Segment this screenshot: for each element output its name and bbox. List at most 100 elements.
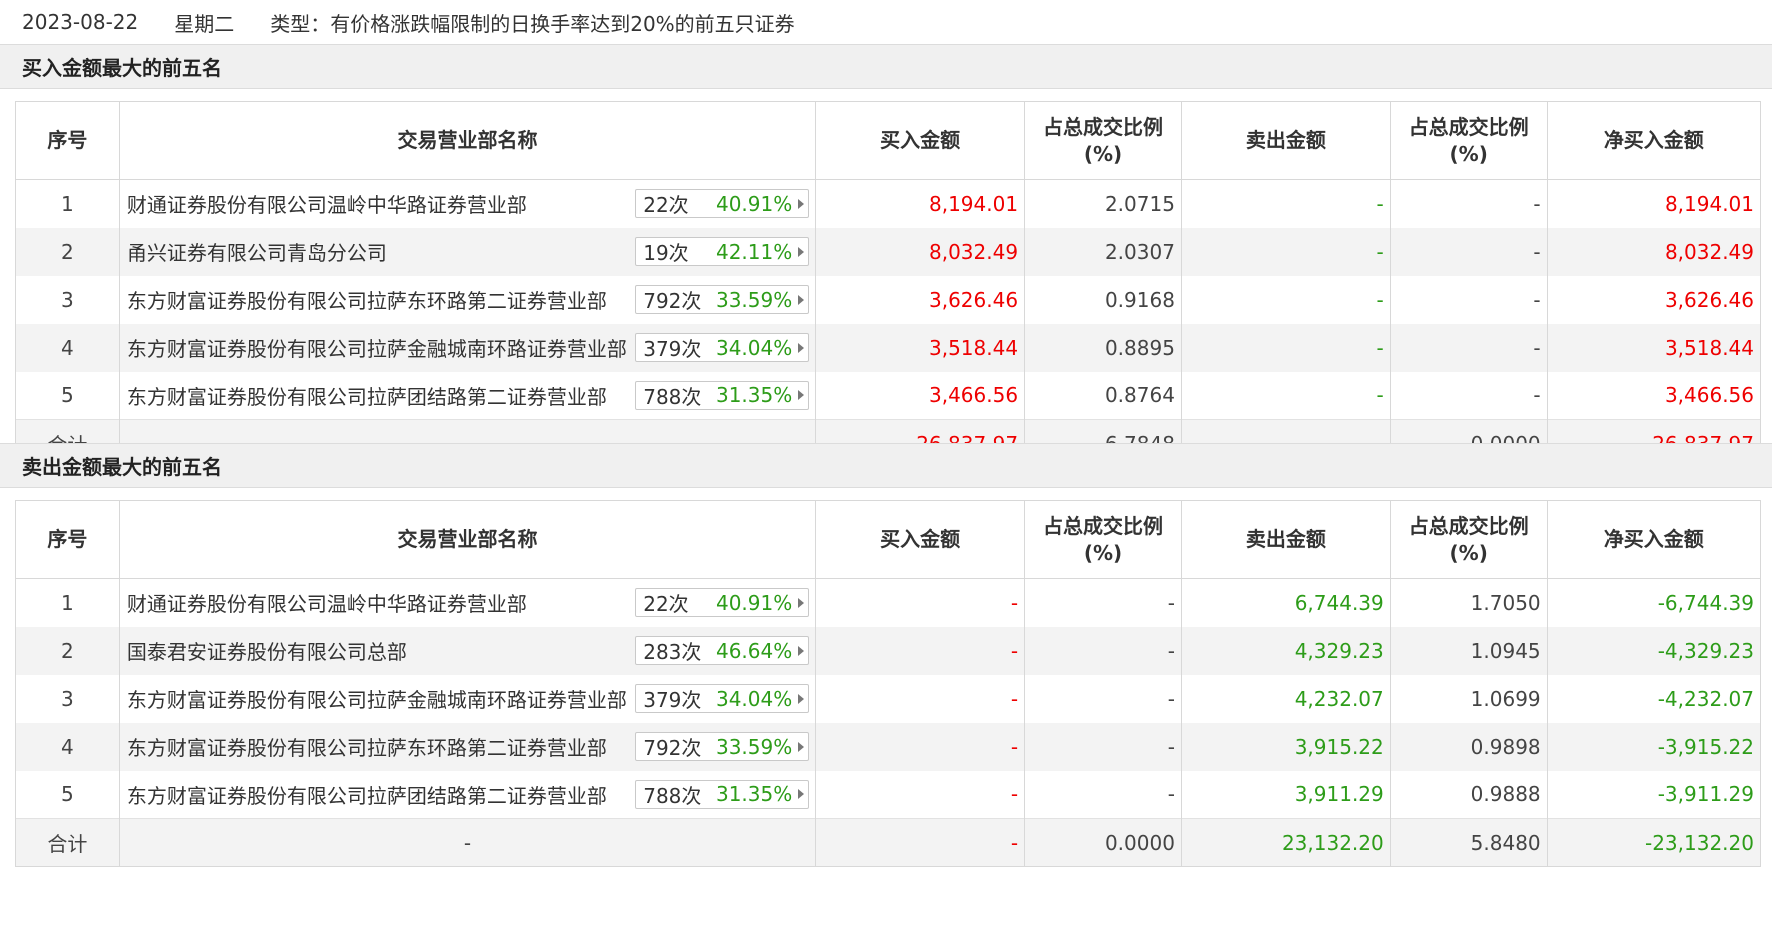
branch-stats-button[interactable]: 22次 40.91% xyxy=(635,588,810,618)
buy-amount: 8,032.49 xyxy=(815,227,1026,276)
win-rate: 40.91% xyxy=(715,590,793,615)
net-buy-amount: 3,626.46 xyxy=(1546,275,1762,324)
branch-stats-button[interactable]: 788次 31.35% xyxy=(635,380,810,410)
listing-count: 379次 xyxy=(643,688,702,712)
branch-cell: 东方财富证券股份有限公司拉萨团结路第二证券营业部 788次 31.35% xyxy=(118,770,817,819)
branch-name-link[interactable]: 国泰君安证券股份有限公司总部 xyxy=(127,636,629,665)
buy-amount: 3,626.46 xyxy=(815,275,1026,324)
branch-name-wrapper: 东方财富证券股份有限公司拉萨金融城南环路证券营业部 379次 34.04% xyxy=(120,333,814,362)
branch-cell: 东方财富证券股份有限公司拉萨团结路第二证券营业部 788次 31.35% xyxy=(118,371,817,420)
table-header-row: 序号 交易营业部名称 买入金额 占总成交比例(%) 卖出金额 占总成交比例(%)… xyxy=(15,500,1762,579)
sell-amount: 4,232.07 xyxy=(1180,674,1391,723)
col-sell-amount[interactable]: 卖出金额 xyxy=(1180,500,1391,579)
branch-name-link[interactable]: 东方财富证券股份有限公司拉萨团结路第二证券营业部 xyxy=(127,780,629,809)
buy-ratio: - xyxy=(1024,578,1182,627)
branch-name-wrapper: 东方财富证券股份有限公司拉萨团结路第二证券营业部 788次 31.35% xyxy=(120,380,814,410)
sell-table-body: 1 财通证券股份有限公司温岭中华路证券营业部 22次 40.91% - -6,744.39… xyxy=(15,578,1762,867)
buy-amount: - xyxy=(815,626,1026,675)
net-buy-amount: 8,194.01 xyxy=(1546,179,1762,228)
net-buy-amount: -3,911.29 xyxy=(1546,770,1762,819)
sell-amount: - xyxy=(1180,179,1391,228)
total-sell-amount: 23,132.20 xyxy=(1180,818,1391,867)
table-row: 4 东方财富证券股份有限公司拉萨金融城南环路证券营业部 379次 34.04% 3,51… xyxy=(15,323,1762,372)
table-row: 1 财通证券股份有限公司温岭中华路证券营业部 22次 40.91% 8,194.01 2.… xyxy=(15,179,1762,228)
col-branch-name: 交易营业部名称 xyxy=(118,101,817,180)
col-net-buy[interactable]: 净买入金额 xyxy=(1546,500,1762,579)
branch-stats-button[interactable]: 283次 46.64% xyxy=(635,636,810,665)
sell-amount: 3,911.29 xyxy=(1180,770,1391,819)
col-buy-ratio[interactable]: 占总成交比例(%) xyxy=(1024,101,1182,180)
col-sell-amount[interactable]: 卖出金额 xyxy=(1180,101,1391,180)
listing-count: 792次 xyxy=(643,736,702,760)
branch-name-link[interactable]: 东方财富证券股份有限公司拉萨东环路第二证券营业部 xyxy=(127,732,629,761)
buy-amount: 3,518.44 xyxy=(815,323,1026,372)
buy-ratio: - xyxy=(1024,626,1182,675)
branch-stats-button[interactable]: 792次 33.59% xyxy=(635,285,810,314)
total-label: 合计 xyxy=(15,818,120,867)
net-buy-amount: 3,518.44 xyxy=(1546,323,1762,372)
listing-count: 788次 xyxy=(643,783,702,808)
row-seq: 4 xyxy=(15,722,120,771)
buy-table-body: 1 财通证券股份有限公司温岭中华路证券营业部 22次 40.91% 8,194.01 2.… xyxy=(15,179,1762,468)
col-buy-amount[interactable]: 买入金额 xyxy=(815,101,1026,180)
total-row: 合计 - -0.0000 23,132.20 5.8480 -23,132.20 xyxy=(15,818,1762,867)
sell-ratio: - xyxy=(1389,227,1548,276)
branch-stats-button[interactable]: 379次 34.04% xyxy=(635,333,810,362)
sell-amount: 3,915.22 xyxy=(1180,722,1391,771)
branch-cell: 东方财富证券股份有限公司拉萨东环路第二证券营业部 792次 33.59% xyxy=(118,722,817,771)
branch-name-wrapper: 东方财富证券股份有限公司拉萨团结路第二证券营业部 788次 31.35% xyxy=(120,779,814,809)
branch-name-link[interactable]: 财通证券股份有限公司温岭中华路证券营业部 xyxy=(127,588,629,617)
branch-stats-button[interactable]: 788次 31.35% xyxy=(635,779,810,809)
sell-amount: - xyxy=(1180,323,1391,372)
buy-top5-table: 序号 交易营业部名称 买入金额 占总成交比例(%) 卖出金额 占总成交比例(%)… xyxy=(15,101,1762,468)
listing-count: 379次 xyxy=(643,337,702,361)
trade-date: 2023-08-22 xyxy=(22,10,139,34)
top-info-bar: 2023-08-22 星期二 类型：有价格涨跌幅限制的日换手率达到20%的前五只… xyxy=(0,0,1772,44)
row-seq: 2 xyxy=(15,626,120,675)
net-buy-amount: -4,232.07 xyxy=(1546,674,1762,723)
table-row: 5 东方财富证券股份有限公司拉萨团结路第二证券营业部 788次 31.35% 3,466… xyxy=(15,371,1762,420)
chevron-right-icon xyxy=(798,645,805,656)
win-rate: 40.91% xyxy=(715,191,793,216)
net-buy-amount: -3,915.22 xyxy=(1546,722,1762,771)
total-name: - xyxy=(118,818,817,867)
branch-name-link[interactable]: 财通证券股份有限公司温岭中华路证券营业部 xyxy=(127,189,629,218)
sell-section-title: 卖出金额最大的前五名 xyxy=(0,443,1772,488)
win-rate: 42.11% xyxy=(715,239,793,264)
listing-count: 22次 xyxy=(643,592,689,617)
branch-stats-button[interactable]: 19次 42.11% xyxy=(635,237,810,266)
branch-name-link[interactable]: 甬兴证券有限公司青岛分公司 xyxy=(127,237,629,266)
branch-name-link[interactable]: 东方财富证券股份有限公司拉萨团结路第二证券营业部 xyxy=(127,381,629,410)
total-net-buy: -23,132.20 xyxy=(1546,818,1762,867)
win-rate: 46.64% xyxy=(715,638,793,663)
table-header-row: 序号 交易营业部名称 买入金额 占总成交比例(%) 卖出金额 占总成交比例(%)… xyxy=(15,101,1762,180)
col-net-buy[interactable]: 净买入金额 xyxy=(1546,101,1762,180)
row-seq: 3 xyxy=(15,674,120,723)
col-sell-ratio[interactable]: 占总成交比例(%) xyxy=(1389,101,1548,180)
col-buy-amount[interactable]: 买入金额 xyxy=(815,500,1026,579)
branch-stats-button[interactable]: 22次 40.91% xyxy=(635,189,810,219)
win-rate: 33.59% xyxy=(715,287,793,312)
chevron-right-icon xyxy=(798,294,805,305)
net-buy-amount: 8,032.49 xyxy=(1546,227,1762,276)
table-row: 3 东方财富证券股份有限公司拉萨东环路第二证券营业部 792次 33.59% 3,626… xyxy=(15,275,1762,324)
buy-amount: 8,194.01 xyxy=(815,179,1026,228)
branch-stats-button[interactable]: 379次 34.04% xyxy=(635,684,810,713)
sell-amount: - xyxy=(1180,371,1391,420)
branch-name-link[interactable]: 东方财富证券股份有限公司拉萨金融城南环路证券营业部 xyxy=(127,333,629,362)
branch-name-wrapper: 甬兴证券有限公司青岛分公司 19次 42.11% xyxy=(120,237,814,266)
col-sell-ratio[interactable]: 占总成交比例(%) xyxy=(1389,500,1548,579)
branch-name-wrapper: 东方财富证券股份有限公司拉萨金融城南环路证券营业部 379次 34.04% xyxy=(120,684,814,713)
chevron-right-icon xyxy=(798,597,805,608)
branch-name-link[interactable]: 东方财富证券股份有限公司拉萨东环路第二证券营业部 xyxy=(127,285,629,314)
buy-amount: - xyxy=(815,722,1026,771)
branch-name-wrapper: 东方财富证券股份有限公司拉萨东环路第二证券营业部 792次 33.59% xyxy=(120,285,814,314)
buy-amount: - xyxy=(815,770,1026,819)
buy-ratio: - xyxy=(1024,722,1182,771)
sell-ratio: - xyxy=(1389,371,1548,420)
sell-amount: - xyxy=(1180,275,1391,324)
branch-stats-button[interactable]: 792次 33.59% xyxy=(635,732,810,761)
chevron-right-icon xyxy=(798,342,805,353)
branch-name-link[interactable]: 东方财富证券股份有限公司拉萨金融城南环路证券营业部 xyxy=(127,684,629,713)
col-buy-ratio[interactable]: 占总成交比例(%) xyxy=(1024,500,1182,579)
